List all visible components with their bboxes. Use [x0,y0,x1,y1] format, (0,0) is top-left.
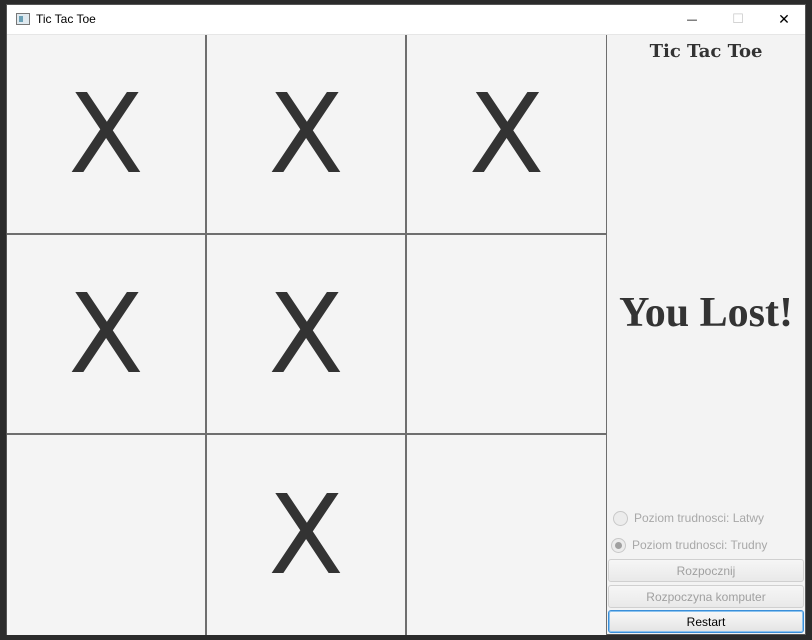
maximize-icon: ☐ [732,12,744,27]
close-icon: ✕ [778,11,790,28]
board-cell-0-0[interactable]: X [7,35,207,235]
radio-circle-icon [613,510,628,526]
title-bar: Tic Tac Toe — ☐ ✕ [7,5,805,35]
board-cell-1-1[interactable]: X [207,235,407,435]
board-cell-0-2[interactable]: X [407,35,607,235]
difficulty-easy-label: Poziom trudnosci: Latwy [634,511,765,525]
difficulty-easy-radio[interactable]: Poziom trudnosci: Latwy [613,508,764,528]
board-cell-2-1[interactable]: X [207,435,407,635]
board-cell-1-0[interactable]: X [7,235,207,435]
minimize-button[interactable]: — [669,5,715,34]
board-cell-0-1[interactable]: X [207,35,407,235]
difficulty-hard-label: Poziom trudnosci: Trudny [632,538,768,552]
start-computer-button[interactable]: Rozpoczyna komputer [608,585,804,608]
minimize-icon: — [686,13,698,26]
app-window: Tic Tac Toe — ☐ ✕ X X X X X X Tic Tac To… [6,4,806,635]
maximize-button[interactable]: ☐ [715,5,761,34]
game-result: You Lost! [619,290,793,336]
board-cell-1-2[interactable] [407,235,607,435]
difficulty-hard-radio[interactable]: Poziom trudnosci: Trudny [611,535,767,555]
start-button[interactable]: Rozpocznij [608,559,804,582]
window-title: Tic Tac Toe [36,12,96,26]
side-title: Tic Tac Toe [649,41,763,62]
side-panel: Tic Tac Toe You Lost! Poziom trudnosci: … [607,35,805,635]
board-cell-2-2[interactable] [407,435,607,635]
app-icon [16,13,30,25]
board-cell-2-0[interactable] [7,435,207,635]
game-board: X X X X X X [7,35,607,635]
close-button[interactable]: ✕ [761,5,807,34]
radio-circle-checked-icon [611,537,626,553]
restart-button[interactable]: Restart [608,610,804,633]
